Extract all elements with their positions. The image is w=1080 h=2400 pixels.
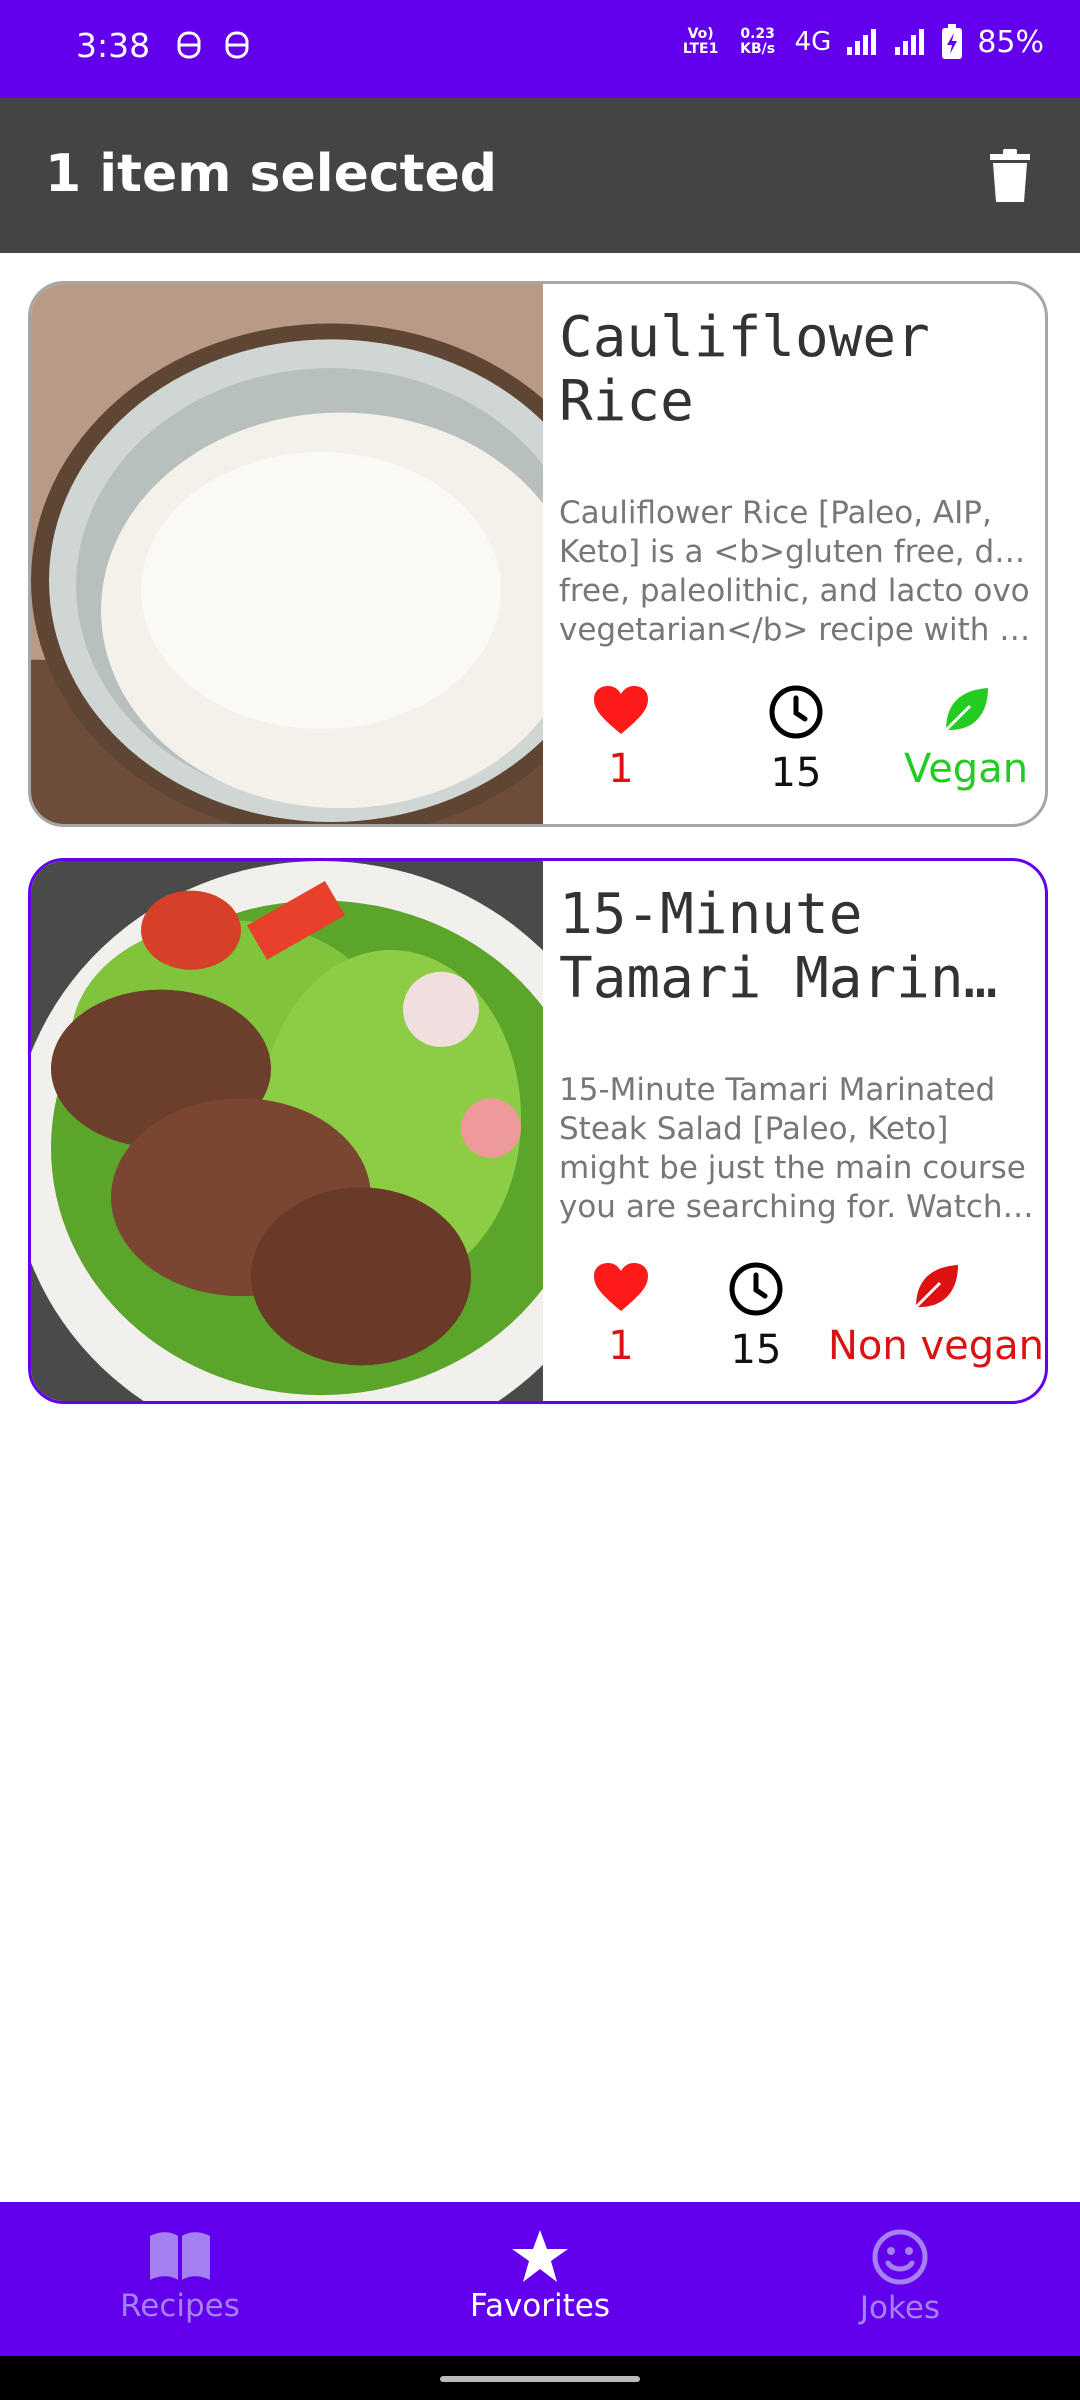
- battery-charging-icon: [942, 24, 963, 59]
- nav-label: Jokes: [859, 2290, 941, 2326]
- recipe-description: Cauliflower Rice [Paleo, AIP, Keto] is a…: [559, 495, 1035, 648]
- selection-count-title: 1 item selected: [45, 144, 498, 204]
- diet-label: Vegan: [903, 746, 1029, 792]
- network-speed: 0.23 KB/s: [740, 26, 776, 57]
- time-stat: 15: [726, 684, 866, 796]
- leaf-icon: [944, 688, 988, 732]
- heart-icon: [594, 1263, 648, 1311]
- trash-icon[interactable]: [980, 146, 1040, 206]
- recipe-card[interactable]: Cauliflower Rice Cauliflower Rice [Paleo…: [28, 281, 1048, 827]
- nav-label: Recipes: [120, 2288, 240, 2324]
- likes-count: 1: [608, 1323, 634, 1369]
- cook-time: 15: [730, 1327, 782, 1373]
- smiley-icon: [872, 2229, 928, 2285]
- recipe-image: [31, 861, 543, 1401]
- volte-indicator: Vo) LTE1: [682, 26, 719, 57]
- nav-item-jokes[interactable]: Jokes: [780, 2228, 1020, 2326]
- clock-icon: [729, 1262, 783, 1316]
- battery-level: 85%: [977, 24, 1044, 60]
- recipe-title: 15-Minute Tamari Marina…: [559, 883, 1029, 1011]
- likes-stat: 1: [551, 684, 691, 792]
- home-gesture-handle[interactable]: [440, 2376, 640, 2382]
- nav-item-recipes[interactable]: Recipes: [60, 2228, 300, 2324]
- leaf-icon: [914, 1265, 958, 1309]
- book-icon: [150, 2232, 210, 2280]
- recipe-description: 15-Minute Tamari Marinated Steak Salad […: [559, 1072, 1035, 1225]
- recipe-title: Cauliflower Rice: [559, 306, 930, 434]
- likes-stat: 1: [551, 1261, 691, 1369]
- cook-time: 15: [770, 750, 822, 796]
- contextual-action-bar: 1 item selected: [0, 98, 1080, 253]
- likes-count: 1: [608, 746, 634, 792]
- time-stat: 15: [686, 1261, 826, 1373]
- recipe-card-selected[interactable]: 15-Minute Tamari Marina… 15-Minute Tamar…: [28, 858, 1048, 1404]
- status-bar: 3:38 Vo) LTE1 0.23 KB/s 4G 85%: [0, 0, 1080, 98]
- status-indicators: Vo) LTE1 0.23 KB/s 4G 85%: [681, 24, 1044, 60]
- clock-icon: [769, 685, 823, 739]
- star-icon: [512, 2230, 568, 2282]
- diet-label: Non vegan: [828, 1323, 1044, 1369]
- bottom-navigation: Recipes Favorites Jokes: [0, 2202, 1080, 2356]
- signal-icon: [847, 29, 877, 55]
- notification-icon: [225, 31, 249, 59]
- status-time: 3:38: [76, 26, 151, 65]
- notification-icon: [177, 31, 201, 59]
- recipe-image: [31, 284, 543, 824]
- signal-icon: [895, 29, 925, 55]
- heart-icon: [594, 686, 648, 734]
- nav-item-favorites[interactable]: Favorites: [420, 2228, 660, 2324]
- diet-stat: Vegan: [881, 684, 1045, 792]
- system-gesture-bar: [0, 2356, 1080, 2400]
- notification-icons: [176, 30, 250, 60]
- nav-label: Favorites: [469, 2288, 611, 2324]
- diet-stat: Non vegan: [821, 1261, 1045, 1369]
- network-type: 4G: [794, 27, 832, 57]
